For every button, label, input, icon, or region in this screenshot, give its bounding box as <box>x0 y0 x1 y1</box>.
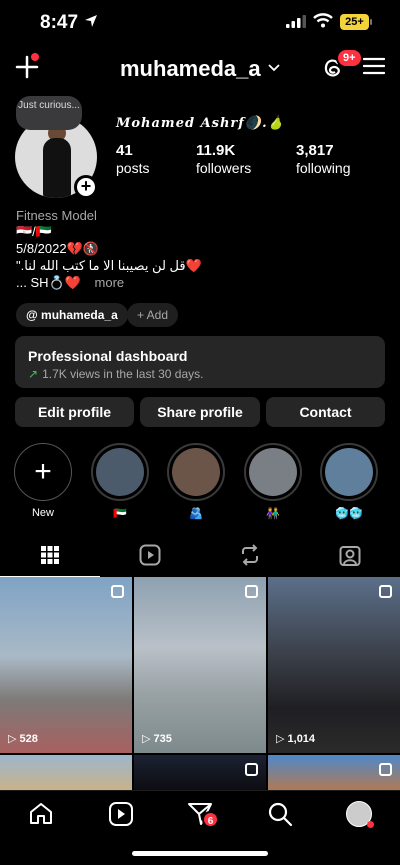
post-thumbnail[interactable] <box>134 755 266 790</box>
avatar-body <box>43 138 71 198</box>
post-thumbnail[interactable]: ▷ 528 <box>0 577 132 753</box>
account-switcher-username[interactable]: muhameda_a <box>120 56 261 82</box>
bio-line-last: ... SH💍❤️ more <box>16 275 124 291</box>
cellular-signal-icon <box>286 15 306 28</box>
highlight-cover <box>325 448 373 496</box>
profile-category: Fitness Model <box>16 208 97 223</box>
highlight-ring <box>167 443 225 501</box>
highlight-item[interactable]: 🥶🥶 <box>318 443 380 520</box>
highlight-caption: 🇦🇪 <box>113 508 127 520</box>
bio-more-link[interactable]: more <box>95 275 125 290</box>
followers-stat[interactable]: 11.9K followers <box>196 142 251 176</box>
post-thumbnail[interactable]: ▷ 735 <box>134 577 266 753</box>
highlight-item[interactable]: 🫂 <box>165 443 227 520</box>
contact-button[interactable]: Contact <box>266 397 385 427</box>
posts-stat[interactable]: 41 posts <box>116 142 149 176</box>
post-views: ▷ 1,014 <box>276 733 316 745</box>
post-views-count: 735 <box>153 733 172 745</box>
tab-reposts[interactable] <box>200 533 300 577</box>
profile-tabs <box>0 533 400 577</box>
carousel-icon <box>245 585 258 598</box>
professional-dashboard[interactable]: Professional dashboard ↗ 1.7K views in th… <box>15 336 385 388</box>
tab-reels[interactable] <box>100 533 200 577</box>
bio-line-last-text: ... SH💍❤️ <box>16 275 81 290</box>
tagged-person-icon <box>339 546 361 566</box>
carousel-icon <box>111 585 124 598</box>
highlight-item[interactable]: 👫 <box>242 443 304 520</box>
following-count: 3,817 <box>296 142 334 159</box>
chevron-down-icon[interactable] <box>268 64 280 72</box>
followers-count: 11.9K <box>196 142 236 159</box>
display-name: Mohamed Ashrf🌒.🍐 <box>116 116 285 131</box>
post-views: ▷ 528 <box>8 733 38 745</box>
highlight-ring <box>320 443 378 501</box>
status-bar: 8:47 25+ <box>0 0 400 46</box>
home-icon[interactable] <box>28 801 54 827</box>
location-arrow-icon <box>85 15 97 27</box>
threads-chip-label: muhameda_a <box>41 308 118 322</box>
post-views-count: 1,014 <box>287 733 316 745</box>
new-highlight-plus-icon: + <box>14 443 72 501</box>
highlight-cover <box>249 448 297 496</box>
bio-line-flags: 🇪🇬/🇦🇪 <box>16 224 52 239</box>
following-label: following <box>296 160 351 176</box>
highlight-caption: 🫂 <box>189 508 203 520</box>
reels-nav-icon[interactable] <box>108 801 134 827</box>
threads-chip-icon: @ <box>26 308 38 322</box>
repost-icon <box>242 544 258 566</box>
edit-profile-button[interactable]: Edit profile <box>15 397 134 427</box>
profile-notification-dot <box>367 821 374 828</box>
post-thumbnail[interactable] <box>0 755 132 790</box>
bio-line-date: 5/8/2022💔🚷 <box>16 241 99 256</box>
carousel-icon <box>245 763 258 776</box>
new-highlight[interactable]: + New <box>12 443 74 519</box>
highlight-cover <box>96 448 144 496</box>
post-views: ▷ 735 <box>142 733 172 745</box>
carousel-icon <box>379 585 392 598</box>
highlight-cover <box>172 448 220 496</box>
messages-badge: 6 <box>202 811 219 828</box>
highlight-caption: New <box>31 507 54 519</box>
post-views-count: 528 <box>19 733 38 745</box>
dashboard-title: Professional dashboard <box>28 348 188 364</box>
grid-icon <box>41 545 59 564</box>
hamburger-menu-icon[interactable] <box>363 57 385 75</box>
profile-note-bubble[interactable]: Just curious... <box>16 96 82 130</box>
share-profile-button[interactable]: Share profile <box>140 397 260 427</box>
threads-profile-chip[interactable]: @ muhameda_a <box>16 303 128 327</box>
post-thumbnail[interactable] <box>268 755 400 790</box>
home-indicator <box>132 851 268 856</box>
wifi-icon <box>313 13 333 28</box>
highlight-caption: 🥶🥶 <box>335 508 363 520</box>
following-stat[interactable]: 3,817 following <box>296 142 350 176</box>
highlight-caption: 👫 <box>266 508 280 520</box>
dashboard-subtitle-text: 1.7K views in the last 30 days. <box>42 367 204 381</box>
tab-grid[interactable] <box>0 533 100 577</box>
create-notification-dot <box>31 53 39 61</box>
reels-icon <box>139 544 161 566</box>
profile-header: muhameda_a 9+ <box>0 46 400 90</box>
posts-count: 41 <box>116 142 133 159</box>
posts-label: posts <box>116 160 150 176</box>
highlight-ring <box>244 443 302 501</box>
add-link-chip[interactable]: + Add <box>127 303 179 327</box>
post-thumbnail[interactable]: ▷ 1,014 <box>268 577 400 753</box>
highlight-item[interactable]: 🇦🇪 <box>89 443 151 520</box>
bio-line-quote: ".قل لن يصيبنا الا ما كتب الله لنا❤️ <box>16 258 202 273</box>
search-icon[interactable] <box>267 801 293 827</box>
carousel-icon <box>379 763 392 776</box>
highlight-ring <box>91 443 149 501</box>
status-time: 8:47 <box>40 12 79 33</box>
battery-tip <box>370 19 372 25</box>
battery-indicator: 25+ <box>340 14 369 30</box>
add-story-plus-icon[interactable]: + <box>74 175 98 199</box>
dashboard-subtitle: ↗ 1.7K views in the last 30 days. <box>28 367 372 381</box>
tab-tagged[interactable] <box>300 533 400 577</box>
trend-up-arrow-icon: ↗ <box>28 367 39 381</box>
followers-label: followers <box>196 160 252 176</box>
threads-notification-badge: 9+ <box>336 48 363 68</box>
